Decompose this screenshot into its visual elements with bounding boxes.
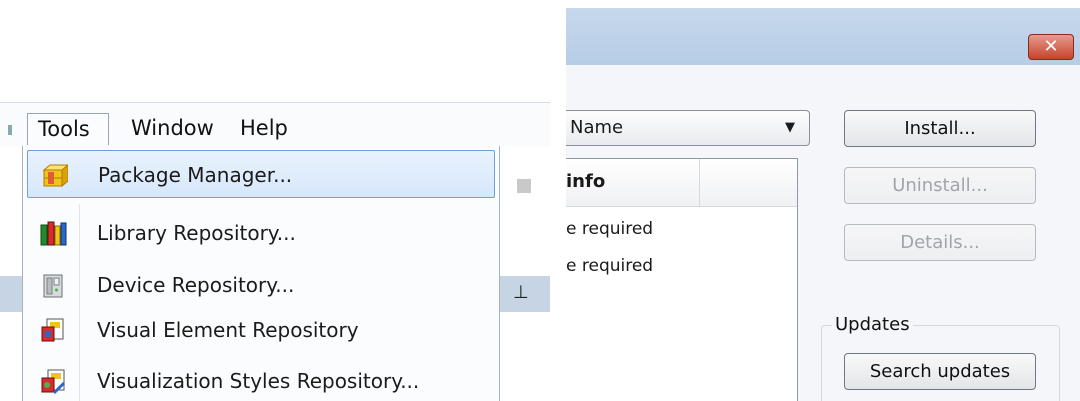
list-item[interactable]: e required — [566, 256, 653, 276]
menu-item-package-manager[interactable]: Package Manager... — [27, 150, 495, 198]
library-books-icon — [40, 221, 67, 246]
ide-window: Tools Window Help ⊥ Package Manager... L… — [0, 0, 550, 401]
visualization-styles-icon — [41, 369, 65, 394]
close-button[interactable]: ✕ — [1028, 34, 1074, 60]
toolbar-button — [517, 179, 531, 193]
menu-item-visual-element-repository[interactable]: Visual Element Repository — [27, 306, 495, 354]
updates-group-label: Updates — [832, 314, 913, 335]
visual-element-icon — [41, 318, 64, 342]
package-manager-icon — [42, 164, 68, 188]
menu-window[interactable]: Window — [121, 113, 224, 145]
sort-by-select[interactable]: Name ▼ — [566, 110, 810, 146]
tools-dropdown-menu: Package Manager... Library Repository...… — [22, 146, 500, 401]
sort-by-value: Name — [570, 117, 624, 138]
dialog-top-margin — [566, 0, 1080, 8]
menu-item-label: Visualization Styles Repository... — [97, 369, 420, 393]
device-icon — [43, 274, 63, 298]
menu-item-label: Visual Element Repository — [97, 318, 359, 342]
menu-bar: Tools Window Help — [0, 102, 550, 147]
pin-icon[interactable]: ⊥ — [513, 282, 529, 303]
details-button[interactable]: Details... — [844, 224, 1036, 261]
menu-item-label: Device Repository... — [97, 273, 295, 297]
package-manager-dialog: ✕ Name ▼ info e required e required Inst… — [566, 0, 1080, 401]
package-list-header: info — [566, 159, 797, 207]
toolbar-edge — [8, 125, 12, 135]
menu-item-label: Package Manager... — [98, 163, 293, 187]
menu-item-device-repository[interactable]: Device Repository... — [27, 261, 495, 309]
column-separator[interactable] — [699, 159, 700, 206]
chevron-down-icon: ▼ — [785, 120, 795, 135]
menu-item-label: Library Repository... — [97, 221, 296, 245]
list-item[interactable]: e required — [566, 219, 653, 239]
package-list[interactable]: info e required e required — [566, 158, 798, 401]
menu-tools[interactable]: Tools — [27, 113, 109, 145]
search-updates-button[interactable]: Search updates — [844, 353, 1036, 390]
menu-item-library-repository[interactable]: Library Repository... — [27, 209, 495, 257]
uninstall-button[interactable]: Uninstall... — [844, 167, 1036, 204]
column-header-info[interactable]: info — [566, 159, 605, 205]
menu-help[interactable]: Help — [230, 113, 298, 145]
dialog-title-bar: ✕ — [566, 8, 1080, 65]
menu-item-visualization-styles-repository[interactable]: Visualization Styles Repository... — [27, 357, 495, 401]
install-button[interactable]: Install... — [844, 110, 1036, 147]
